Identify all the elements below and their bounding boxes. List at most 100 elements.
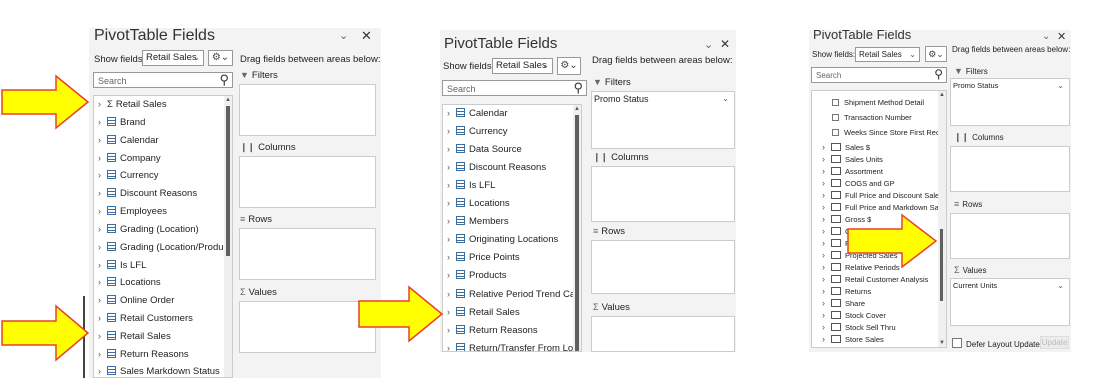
list-item[interactable]: › Assortment — [822, 166, 936, 176]
list-item[interactable]: › Discount Reasons — [447, 162, 571, 173]
chevron-right-icon[interactable]: › — [447, 108, 456, 118]
chevron-right-icon[interactable]: › — [98, 135, 107, 145]
chevron-right-icon[interactable]: › — [447, 144, 456, 154]
list-item[interactable]: › Grading (Location) — [98, 224, 222, 235]
list-item[interactable]: › Is LFL — [98, 260, 222, 271]
filters-area[interactable] — [239, 84, 376, 136]
list-item[interactable]: › Return Reasons — [447, 325, 571, 336]
chevron-right-icon[interactable]: › — [447, 162, 456, 172]
list-item[interactable]: › Company — [98, 153, 222, 164]
close-icon[interactable]: ✕ — [361, 28, 372, 44]
chevron-right-icon[interactable]: › — [98, 260, 107, 270]
chevron-right-icon[interactable]: › — [822, 214, 831, 224]
chevron-right-icon[interactable]: › — [822, 154, 831, 164]
filter-chip[interactable]: Promo Status ⌄ — [953, 81, 1067, 90]
scrollbar-thumb[interactable] — [575, 115, 579, 351]
chevron-right-icon[interactable]: › — [822, 322, 831, 332]
list-item[interactable]: › Discount Reasons — [98, 188, 222, 199]
scroll-up-icon[interactable]: ▲ — [574, 106, 580, 112]
scrollbar[interactable]: ▲ — [573, 105, 581, 351]
chevron-right-icon[interactable]: › — [822, 178, 831, 188]
chevron-down-icon[interactable]: ⌄ — [704, 38, 713, 51]
list-item[interactable]: › Retail Customer Analysis — [822, 274, 936, 284]
chevron-right-icon[interactable]: › — [822, 298, 831, 308]
list-item[interactable]: › Sales $ — [822, 142, 936, 152]
chevron-right-icon[interactable]: › — [98, 331, 107, 341]
chevron-right-icon[interactable]: › — [98, 170, 107, 180]
list-item[interactable]: › Full Price and Markdown Sa... — [822, 202, 945, 212]
list-item[interactable]: › Calendar — [447, 108, 571, 119]
list-item[interactable]: › Locations — [98, 277, 222, 288]
search-input[interactable]: Search ⚲ — [93, 72, 233, 88]
chevron-down-icon[interactable]: ⌄ — [1042, 31, 1050, 42]
list-item[interactable]: › Retail Sales — [447, 307, 571, 318]
chevron-right-icon[interactable]: › — [822, 334, 831, 344]
list-item[interactable]: › Originating Locations — [447, 234, 571, 245]
chevron-right-icon[interactable]: › — [98, 349, 107, 359]
list-item[interactable]: Shipment Method Detail — [832, 98, 936, 107]
filters-area[interactable]: Promo Status ⌄ — [950, 78, 1070, 126]
values-area[interactable] — [239, 301, 376, 353]
checkbox[interactable] — [832, 99, 839, 106]
scroll-up-icon[interactable]: ▲ — [225, 97, 231, 103]
chevron-right-icon[interactable]: › — [98, 277, 107, 287]
list-item[interactable]: › Stock Cover — [822, 310, 936, 320]
chevron-right-icon[interactable]: › — [98, 313, 107, 323]
list-item[interactable]: Weeks Since Store First Recei... — [832, 128, 946, 137]
chevron-right-icon[interactable]: › — [447, 343, 456, 351]
chevron-right-icon[interactable]: › — [447, 252, 456, 262]
chevron-right-icon[interactable]: › — [447, 270, 456, 280]
list-item[interactable]: › Full Price and Discount Sales — [822, 190, 943, 200]
chevron-right-icon[interactable]: › — [822, 310, 831, 320]
checkbox[interactable] — [952, 338, 962, 348]
columns-area[interactable] — [591, 166, 735, 222]
list-item[interactable]: › Currency — [447, 126, 571, 137]
chevron-down-icon[interactable]: ⌄ — [1057, 281, 1064, 290]
rows-area[interactable] — [591, 240, 735, 294]
list-item[interactable]: Transaction Number — [832, 113, 936, 122]
chevron-right-icon[interactable]: › — [98, 117, 107, 127]
list-item[interactable]: › Retail Sales — [98, 331, 222, 342]
chevron-right-icon[interactable]: › — [447, 234, 456, 244]
rows-area[interactable] — [239, 228, 376, 280]
chevron-right-icon[interactable]: › — [822, 262, 831, 272]
chevron-right-icon[interactable]: › — [447, 307, 456, 317]
values-area[interactable]: Current Units ⌄ — [950, 278, 1070, 326]
chevron-right-icon[interactable]: › — [98, 224, 107, 234]
close-icon[interactable]: ✕ — [1057, 30, 1066, 43]
list-item[interactable]: › Sales Units — [822, 154, 936, 164]
gear-icon[interactable]: ⚙⌄ — [557, 57, 581, 75]
filter-chip[interactable]: Promo Status ⌄ — [594, 94, 732, 104]
columns-area[interactable] — [950, 146, 1070, 192]
chevron-right-icon[interactable]: › — [822, 226, 831, 236]
list-item[interactable]: › Retail Customers — [98, 313, 222, 324]
chevron-right-icon[interactable]: › — [447, 126, 456, 136]
chevron-right-icon[interactable]: › — [822, 166, 831, 176]
show-fields-select[interactable]: Retail Sales ⌄ — [855, 47, 920, 62]
chevron-right-icon[interactable]: › — [447, 289, 456, 299]
list-item[interactable]: › Is LFL — [447, 180, 571, 191]
chevron-right-icon[interactable]: › — [447, 180, 456, 190]
show-fields-select[interactable]: Retail Sales ⌄ — [142, 50, 204, 66]
search-input[interactable]: Search ⚲ — [811, 67, 947, 83]
list-item[interactable]: › Brand — [98, 117, 222, 128]
scrollbar-thumb[interactable] — [226, 106, 230, 256]
chevron-down-icon[interactable]: ⌄ — [1057, 81, 1064, 90]
scroll-down-icon[interactable]: ▼ — [939, 340, 945, 346]
list-item[interactable]: › Online Order — [98, 295, 222, 306]
list-item[interactable]: › Employees — [98, 206, 222, 217]
chevron-right-icon[interactable]: › — [98, 366, 107, 376]
list-item[interactable]: › Locations — [447, 198, 571, 209]
chevron-right-icon[interactable]: › — [822, 142, 831, 152]
list-item[interactable]: › Return Reasons — [98, 349, 222, 360]
list-item[interactable]: › Store Sales — [822, 334, 936, 344]
search-input[interactable]: Search ⚲ — [442, 80, 587, 96]
filters-area[interactable]: Promo Status ⌄ — [591, 91, 735, 149]
list-item[interactable]: › Stock Sell Thru — [822, 322, 936, 332]
show-fields-select[interactable]: Retail Sales ⌄ — [492, 58, 553, 74]
scrollbar-thumb[interactable] — [940, 229, 943, 301]
gear-icon[interactable]: ⚙⌄ — [208, 50, 233, 66]
list-item[interactable]: › Calendar — [98, 135, 222, 146]
list-item[interactable]: › Price Points — [447, 252, 571, 263]
chevron-right-icon[interactable]: › — [822, 286, 831, 296]
